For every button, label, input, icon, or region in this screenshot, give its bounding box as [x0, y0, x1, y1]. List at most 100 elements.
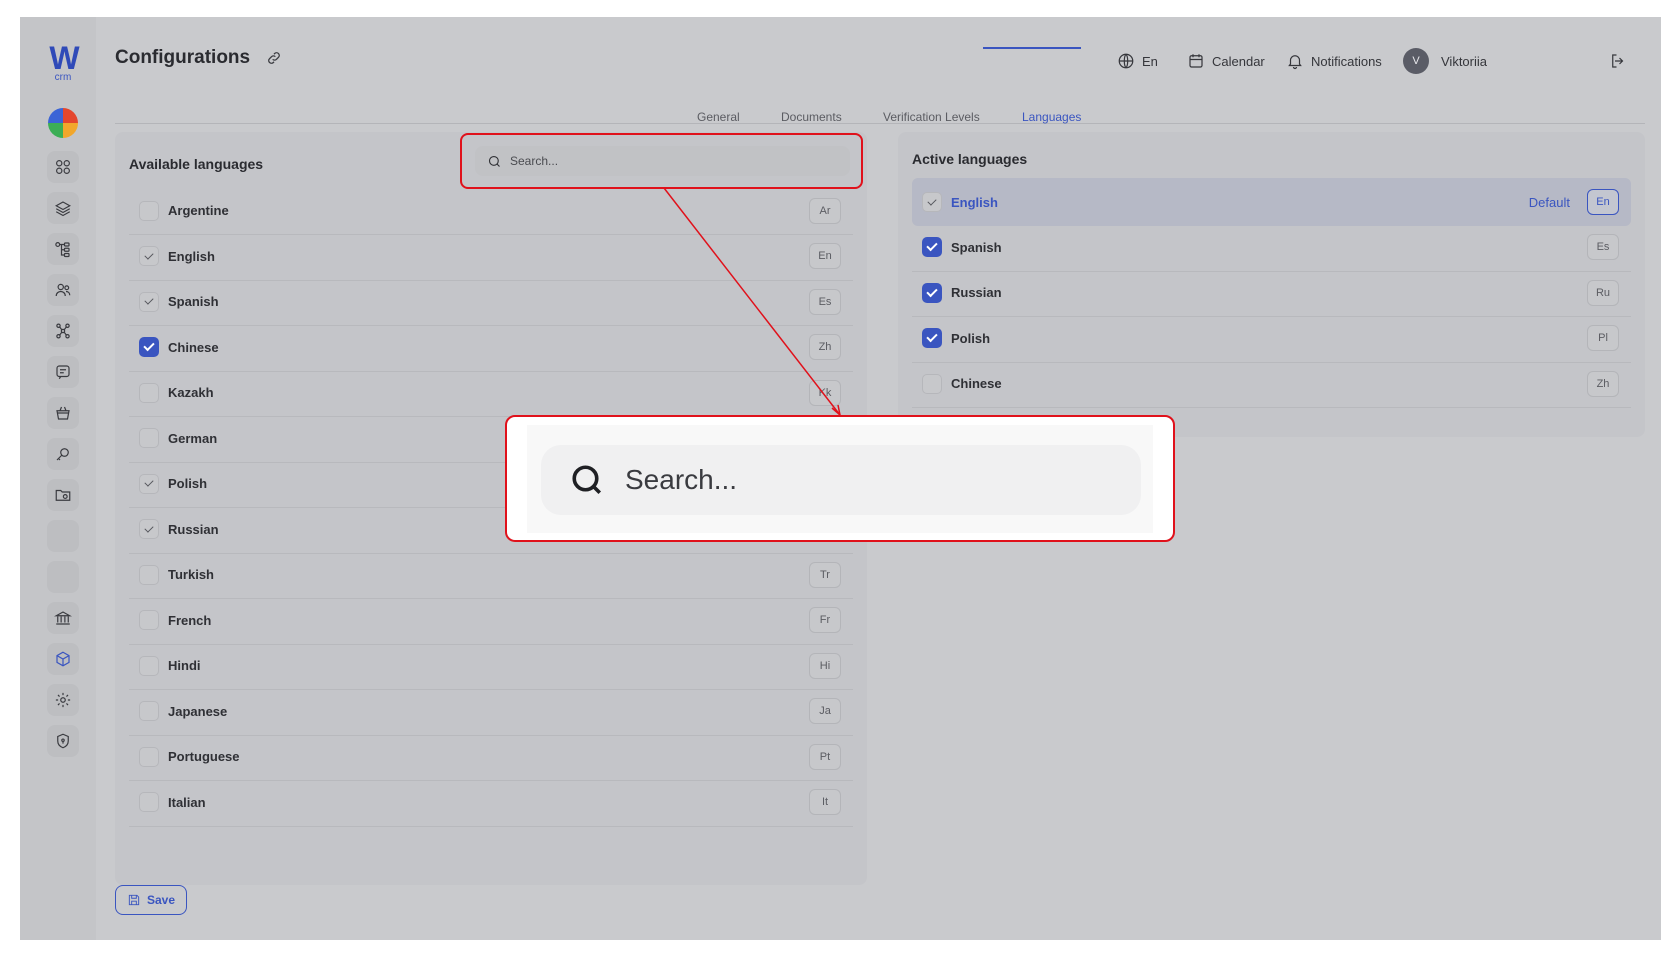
color-wheel-icon[interactable] [48, 108, 78, 138]
language-code-badge: Ru [1587, 279, 1619, 306]
logo-letter: W [49, 40, 79, 76]
language-code-badge: Ja [809, 698, 841, 724]
notifications-button[interactable]: Notifications [1286, 48, 1382, 74]
save-label: Save [146, 893, 176, 907]
tab-bar: General Documents Verification Levels La… [115, 92, 1645, 124]
active-language-row[interactable]: Polish Pl [912, 315, 1631, 363]
sidebar-configurations[interactable] [47, 643, 79, 675]
language-switcher[interactable]: En [1117, 48, 1158, 74]
active-language-row[interactable]: Russian Ru [912, 269, 1631, 317]
language-checkbox[interactable] [139, 610, 159, 630]
sidebar-network[interactable] [47, 315, 79, 347]
cube-icon [56, 651, 70, 667]
language-name: Polish [168, 476, 208, 491]
app-logo[interactable]: W crm [43, 40, 83, 83]
save-button[interactable]: Save [115, 885, 187, 915]
sidebar-layers[interactable] [47, 192, 79, 224]
sidebar-bank[interactable] [47, 602, 79, 634]
user-menu[interactable]: V Viktoriia [1403, 48, 1487, 74]
search-highlight-box [460, 133, 863, 189]
language-checkbox[interactable] [139, 473, 159, 494]
language-checkbox[interactable] [922, 192, 942, 212]
sidebar-folders[interactable] [47, 479, 79, 511]
language-code-badge: En [1587, 189, 1619, 215]
language-checkbox[interactable] [139, 246, 159, 266]
sidebar-empty-1[interactable] [47, 520, 79, 552]
sidebar-users[interactable] [47, 274, 79, 306]
sidebar-hierarchy[interactable] [47, 233, 79, 265]
language-checkbox[interactable] [139, 746, 159, 767]
available-language-row[interactable]: Turkish Tr [129, 551, 853, 599]
calendar-button[interactable]: Calendar [1187, 48, 1265, 74]
key-icon [56, 448, 69, 461]
language-checkbox[interactable] [139, 701, 159, 721]
sidebar-dashboard[interactable] [47, 151, 79, 183]
link-icon[interactable] [266, 50, 282, 66]
available-language-row[interactable]: French Fr [129, 597, 853, 645]
language-checkbox[interactable] [139, 519, 159, 539]
available-language-row[interactable]: Italian It [129, 779, 853, 827]
available-language-row[interactable]: Kazakh Kk [129, 369, 853, 417]
sidebar-security[interactable] [47, 725, 79, 757]
tab-general[interactable]: General [697, 110, 740, 124]
language-checkbox[interactable] [139, 564, 159, 585]
available-language-row[interactable]: Argentine Ar [129, 187, 853, 235]
language-name: Portuguese [168, 749, 240, 764]
calendar-label: Calendar [1212, 53, 1265, 69]
globe-icon [1118, 53, 1134, 69]
language-checkbox[interactable] [922, 328, 942, 348]
network-icon [56, 323, 70, 339]
default-badge[interactable]: Default [1529, 195, 1570, 210]
calendar-icon [1189, 54, 1203, 68]
language-code-badge: It [809, 789, 841, 815]
available-language-row[interactable]: Chinese Zh [129, 324, 853, 372]
shield-icon [57, 733, 69, 749]
language-checkbox[interactable] [139, 792, 159, 812]
sidebar-messages[interactable] [47, 356, 79, 388]
active-languages-title: Active languages [912, 151, 1028, 167]
sidebar-search-tools[interactable] [47, 438, 79, 470]
available-language-row[interactable]: Japanese Ja [129, 688, 853, 736]
page-title: Configurations [115, 47, 251, 68]
users-icon [55, 283, 71, 297]
available-language-row[interactable]: Portuguese Pt [129, 733, 853, 781]
available-language-row[interactable]: Hindi Hi [129, 642, 853, 690]
language-name: Turkish [168, 567, 214, 582]
language-name: German [168, 430, 218, 446]
logout-button[interactable] [1609, 48, 1627, 74]
language-code-badge: Zh [809, 334, 841, 360]
avatar: V [1403, 48, 1429, 74]
tab-documents[interactable]: Documents [781, 110, 842, 124]
language-code-badge: Hi [809, 652, 841, 679]
bell-icon [1288, 55, 1302, 70]
language-name: Hindi [168, 658, 201, 673]
sidebar-basket[interactable] [47, 397, 79, 429]
language-checkbox[interactable] [139, 291, 159, 312]
active-language-row[interactable]: Chinese Zh [912, 360, 1631, 408]
search-zoom-callout: Search... [505, 415, 1175, 542]
language-checkbox[interactable] [139, 428, 159, 448]
language-checkbox[interactable] [139, 337, 159, 357]
language-code-badge: Fr [809, 607, 841, 633]
message-icon [56, 365, 70, 380]
active-language-row[interactable]: English Default En [912, 178, 1631, 226]
sidebar-empty-2[interactable] [47, 561, 79, 593]
language-name: French [168, 612, 212, 628]
sidebar-settings[interactable] [47, 684, 79, 716]
tab-languages[interactable]: Languages [1022, 110, 1081, 124]
language-checkbox[interactable] [922, 373, 942, 394]
language-name: Russian [168, 521, 219, 537]
active-language-row[interactable]: Spanish Es [912, 224, 1631, 272]
language-checkbox[interactable] [922, 237, 942, 257]
available-language-row[interactable]: Spanish Es [129, 278, 853, 326]
search-icon [572, 465, 602, 495]
language-checkbox[interactable] [922, 282, 942, 303]
language-code-badge: Es [1587, 234, 1619, 260]
language-code-badge: Es [809, 288, 841, 315]
tab-verification-levels[interactable]: Verification Levels [883, 110, 980, 124]
language-checkbox[interactable] [139, 382, 159, 403]
language-checkbox[interactable] [139, 655, 159, 676]
available-language-row[interactable]: English En [129, 233, 853, 281]
language-checkbox[interactable] [139, 200, 159, 221]
language-name: Russian [951, 285, 1002, 300]
